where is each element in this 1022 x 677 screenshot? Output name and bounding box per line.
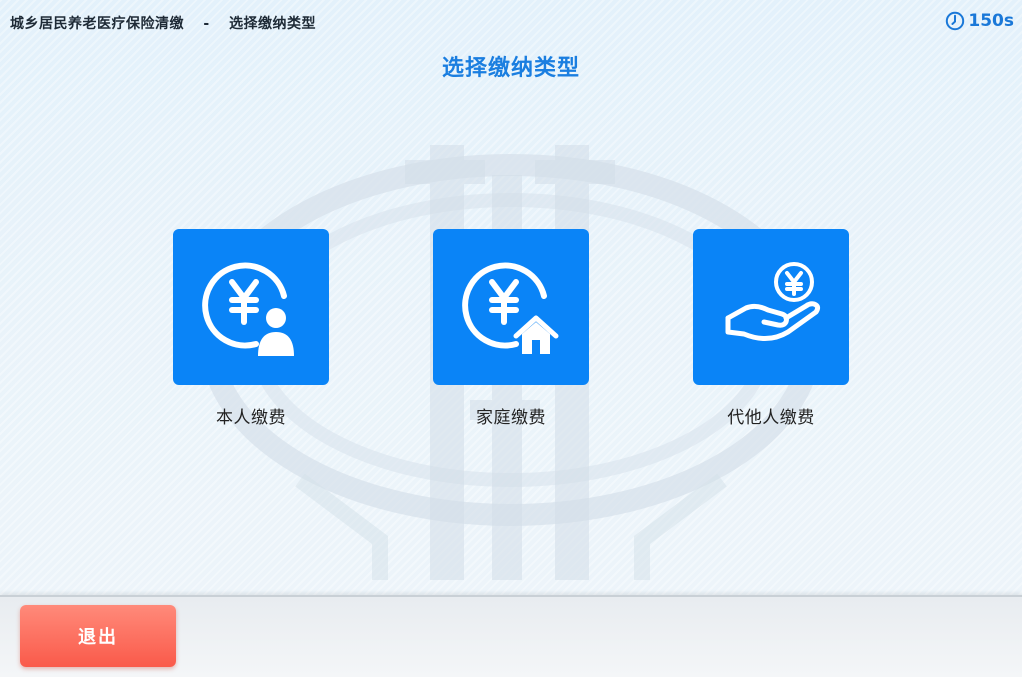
- option-label: 本人缴费: [216, 408, 286, 428]
- option-tile[interactable]: [173, 229, 329, 385]
- exit-button[interactable]: 退出: [20, 605, 176, 667]
- timer-value: 150s: [968, 11, 1014, 31]
- option-tile[interactable]: [433, 229, 589, 385]
- breadcrumb-separator: -: [203, 16, 210, 32]
- footer-bar: 退出: [0, 595, 1022, 677]
- option-tile[interactable]: [693, 229, 849, 385]
- screen: 城乡居民养老医疗保险清缴 - 选择缴纳类型 150s 选择缴纳类型 本人缴费 家…: [0, 0, 1022, 677]
- yuan-person-icon: [202, 262, 294, 356]
- option-self-payment[interactable]: 本人缴费: [173, 229, 329, 428]
- clock-icon: [946, 11, 965, 31]
- page-title: 选择缴纳类型: [441, 56, 580, 81]
- option-proxy-payment[interactable]: 代他人缴费: [693, 229, 849, 428]
- countdown-timer: 150s: [945, 11, 1014, 31]
- option-label: 代他人缴费: [727, 408, 815, 428]
- current-step: 选择缴纳类型: [229, 16, 317, 32]
- breadcrumb: 城乡居民养老医疗保险清缴 - 选择缴纳类型: [10, 13, 316, 33]
- option-label: 家庭缴费: [476, 408, 546, 428]
- hand-coin-icon: [725, 262, 821, 341]
- yuan-house-icon: [462, 262, 559, 354]
- app-title: 城乡居民养老医疗保险清缴: [10, 16, 184, 32]
- option-family-payment[interactable]: 家庭缴费: [433, 229, 589, 428]
